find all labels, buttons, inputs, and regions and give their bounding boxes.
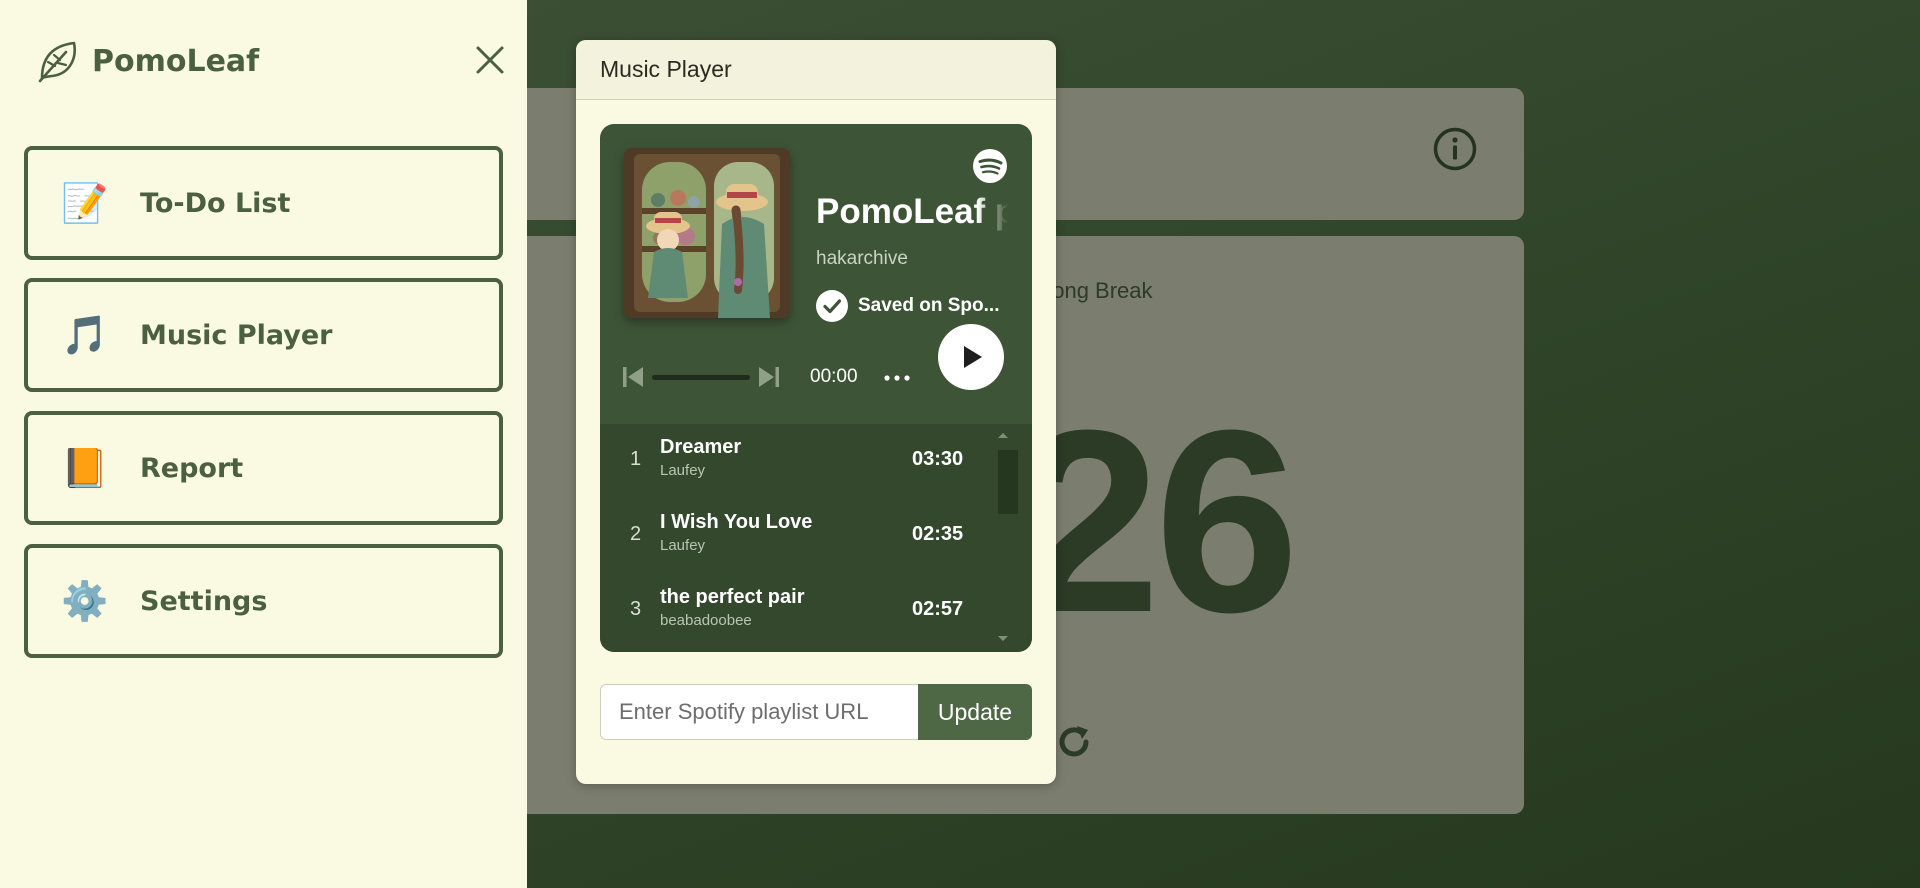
track-name: Dreamer bbox=[660, 436, 742, 458]
tracklist-scrollbar[interactable] bbox=[998, 450, 1018, 514]
next-track-icon[interactable] bbox=[756, 364, 782, 390]
track-number: 2 bbox=[630, 523, 642, 545]
book-icon: 📙 bbox=[61, 446, 109, 490]
album-art-image bbox=[624, 148, 790, 318]
gear-icon: ⚙️ bbox=[61, 579, 109, 623]
playlist-title[interactable]: PomoLeaf playlist bbox=[816, 192, 1008, 232]
track-number: 1 bbox=[630, 448, 642, 470]
track-row[interactable]: 2 I Wish You Love Laufey 02:35 bbox=[600, 499, 1000, 574]
update-button[interactable]: Update bbox=[918, 684, 1032, 740]
sidebar-item-report[interactable]: 📙 Report bbox=[24, 411, 503, 525]
track-artist[interactable]: Laufey bbox=[660, 537, 705, 554]
playlist-url-form: Update bbox=[600, 684, 1032, 740]
track-row[interactable]: 3 the perfect pair beabadoobee 02:57 bbox=[600, 574, 1000, 649]
play-icon bbox=[964, 346, 982, 368]
music-player-modal: Music Player PomoLeaf p hakarchive Saved… bbox=[576, 40, 1056, 784]
modal-header: Music Player bbox=[576, 40, 1056, 100]
memo-icon: 📝 bbox=[61, 181, 109, 225]
reset-icon[interactable] bbox=[1052, 720, 1096, 764]
timer-display: 26 bbox=[1016, 377, 1299, 667]
playlist-owner[interactable]: hakarchive bbox=[816, 248, 908, 270]
sidebar-item-label: To-Do List bbox=[140, 187, 291, 219]
progress-bar[interactable] bbox=[652, 375, 750, 380]
spotify-embed: PomoLeaf playlist hakarchive Saved on Sp… bbox=[600, 124, 1032, 652]
previous-track-icon[interactable] bbox=[620, 364, 646, 390]
sidebar-item-label: Report bbox=[140, 452, 244, 484]
track-duration: 02:35 bbox=[912, 523, 964, 545]
info-circle-icon[interactable] bbox=[1432, 126, 1478, 172]
track-duration: 02:57 bbox=[912, 598, 964, 620]
album-art[interactable] bbox=[624, 148, 790, 318]
brand[interactable]: PomoLeaf bbox=[36, 38, 259, 84]
leaf-icon bbox=[38, 41, 76, 83]
music-note-icon: 🎵 bbox=[61, 313, 109, 357]
playback-time: 00:00 bbox=[810, 366, 858, 387]
track-artist[interactable]: beabadoobee bbox=[660, 612, 752, 629]
track-duration: 03:30 bbox=[912, 448, 964, 470]
more-options-icon[interactable] bbox=[882, 364, 912, 390]
sidebar-item-label: Settings bbox=[140, 585, 268, 617]
scroll-up-icon[interactable] bbox=[996, 430, 1010, 440]
spotify-icon[interactable] bbox=[972, 148, 1008, 184]
sidebar-item-label: Music Player bbox=[140, 319, 333, 351]
track-artist[interactable]: Laufey bbox=[660, 462, 705, 479]
playlist-url-input[interactable] bbox=[600, 684, 918, 740]
track-row[interactable]: 1 Dreamer Laufey 03:30 bbox=[600, 424, 1000, 499]
tracklist: 1 Dreamer Laufey 03:30 2 I Wish You Love… bbox=[600, 424, 1032, 652]
long-break-tab[interactable]: Long Break bbox=[1040, 278, 1153, 304]
track-name: the perfect pair bbox=[660, 586, 805, 608]
checkmark-icon bbox=[816, 290, 848, 322]
sidebar: PomoLeaf 📝 To-Do List 🎵 Music Player 📙 R… bbox=[0, 0, 527, 888]
sidebar-item-settings[interactable]: ⚙️ Settings bbox=[24, 544, 503, 658]
track-number: 3 bbox=[630, 598, 642, 620]
saved-label: Saved on Spo... bbox=[858, 295, 1000, 316]
close-icon[interactable] bbox=[474, 44, 506, 76]
brand-name: PomoLeaf bbox=[92, 43, 260, 79]
modal-title: Music Player bbox=[600, 56, 732, 82]
scroll-down-icon[interactable] bbox=[996, 634, 1010, 644]
track-name: I Wish You Love bbox=[660, 511, 813, 533]
saved-badge[interactable]: Saved on Spo... bbox=[816, 290, 999, 322]
play-button[interactable] bbox=[938, 324, 1004, 390]
sidebar-item-todo-list[interactable]: 📝 To-Do List bbox=[24, 146, 503, 260]
sidebar-item-music-player[interactable]: 🎵 Music Player bbox=[24, 278, 503, 392]
